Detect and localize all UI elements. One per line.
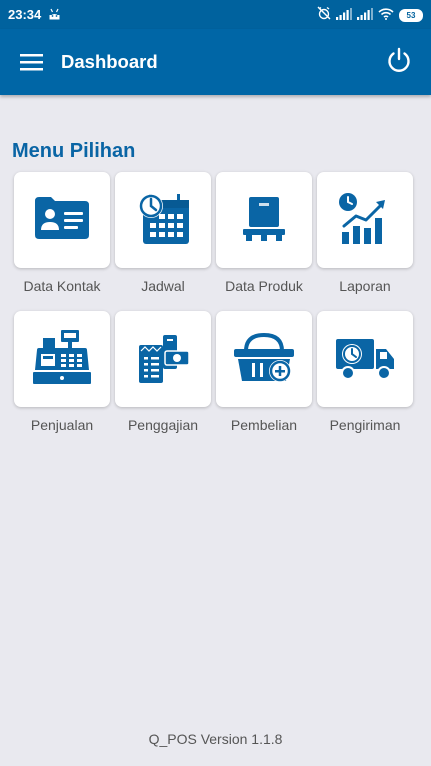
- app-bar: Dashboard: [0, 29, 431, 95]
- menu-label: Pengiriman: [329, 417, 401, 433]
- menu-item-penjualan[interactable]: Penjualan: [14, 311, 110, 433]
- menu-item-pengiriman[interactable]: Pengiriman: [317, 311, 413, 433]
- status-time: 23:34: [8, 7, 42, 22]
- page-title: Dashboard: [61, 51, 158, 72]
- payroll-icon: [135, 329, 191, 390]
- menu-item-penggajian[interactable]: Penggajian: [115, 311, 211, 433]
- wifi-icon: [378, 7, 394, 25]
- menu-item-pembelian[interactable]: Pembelian: [216, 311, 312, 433]
- calendar-clock-icon: [133, 188, 193, 253]
- menu-label: Penjualan: [30, 417, 94, 433]
- section-title: Menu Pilihan: [12, 140, 136, 162]
- menu-label: Laporan: [339, 278, 391, 294]
- menu-card[interactable]: [216, 311, 312, 407]
- menu-label: Jadwal: [141, 278, 185, 294]
- menu-card[interactable]: [317, 311, 413, 407]
- menu-item-data-produk[interactable]: Data Produk: [216, 172, 312, 294]
- app-version: Q_POS Version 1.1.8: [148, 731, 283, 747]
- status-bar: 23:34 53: [0, 0, 431, 29]
- menu-card[interactable]: [216, 172, 312, 268]
- menu-item-data-kontak[interactable]: Data Kontak: [14, 172, 110, 294]
- menu-label: Data Produk: [225, 278, 303, 294]
- menu-card[interactable]: [115, 172, 211, 268]
- menu-card[interactable]: [317, 172, 413, 268]
- hamburger-icon[interactable]: [20, 52, 44, 72]
- signal-icon: [336, 7, 352, 25]
- power-icon[interactable]: [385, 46, 413, 74]
- battery-icon: 53: [399, 9, 423, 22]
- menu-label: Data Kontak: [23, 278, 101, 294]
- menu-card[interactable]: [14, 311, 110, 407]
- delivery-truck-icon: [334, 333, 396, 386]
- report-chart-icon: [336, 190, 394, 251]
- menu-item-jadwal[interactable]: Jadwal: [115, 172, 211, 294]
- product-box-icon: [239, 193, 289, 248]
- menu-label: Penggajian: [127, 417, 199, 433]
- menu-item-laporan[interactable]: Laporan: [317, 172, 413, 294]
- cash-register-icon: [31, 328, 93, 391]
- alarm-off-icon: [317, 6, 331, 25]
- contact-card-icon: [33, 193, 91, 248]
- purchase-basket-icon: [232, 329, 296, 390]
- menu-card[interactable]: [14, 172, 110, 268]
- menu-card[interactable]: [115, 311, 211, 407]
- menu-label: Pembelian: [230, 417, 298, 433]
- signal-icon: [357, 7, 373, 25]
- android-icon: [48, 7, 61, 25]
- status-icons: 53: [317, 6, 423, 25]
